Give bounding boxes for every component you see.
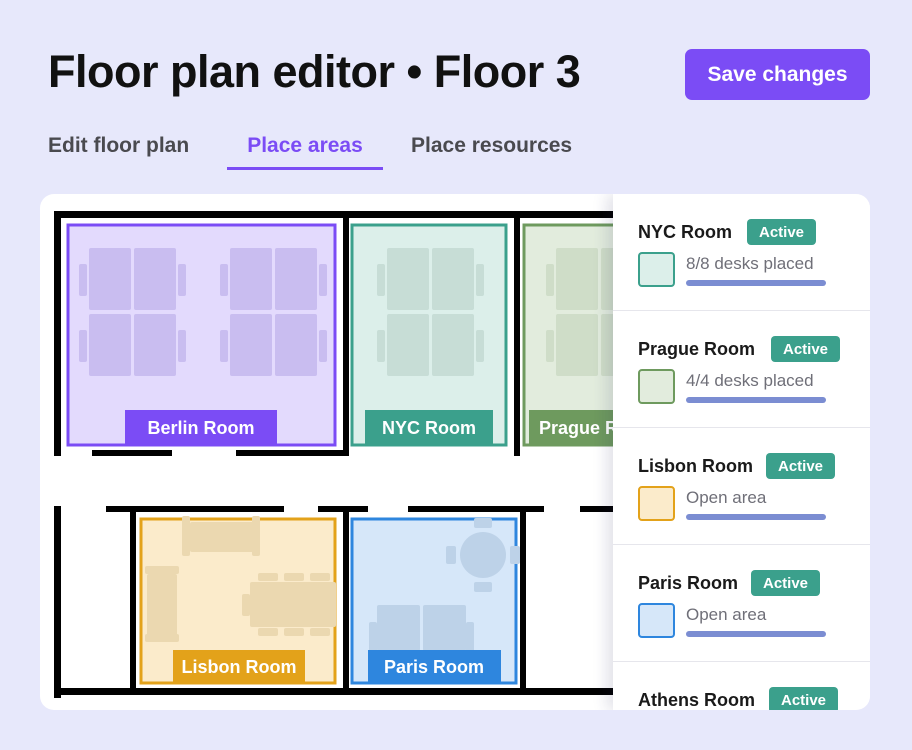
tab-place-resources[interactable]: Place resources xyxy=(411,134,572,170)
area-name: Lisbon Room xyxy=(638,456,753,476)
room-label-paris: Paris Room xyxy=(384,657,484,677)
progress-bar xyxy=(686,280,826,286)
editor-card: Berlin Room NYC Room Prague R Lisbon Roo… xyxy=(40,194,870,710)
room-lisbon[interactable]: Lisbon Room xyxy=(139,516,337,685)
color-swatch[interactable] xyxy=(638,252,675,287)
room-prague[interactable]: Prague Room xyxy=(522,223,613,447)
tab-bar: Edit floor plan Place areas Place resour… xyxy=(0,134,912,174)
status-badge: Active xyxy=(751,570,821,596)
status-badge: Active xyxy=(771,336,841,362)
area-list-item-paris[interactable]: Paris Room Active Open area xyxy=(613,545,870,662)
area-list-item-nyc[interactable]: NYC Room Active 8/8 desks placed xyxy=(613,194,870,311)
area-status: 4/4 desks placed xyxy=(686,371,814,390)
color-swatch[interactable] xyxy=(638,369,675,404)
areas-sidebar: NYC Room Active 8/8 desks placed Prague … xyxy=(613,194,870,710)
area-list-item-athens[interactable]: Athens Room Active xyxy=(613,662,870,710)
area-status: Open area xyxy=(686,605,767,624)
area-list-item-lisbon[interactable]: Lisbon Room Active Open area xyxy=(613,428,870,545)
save-changes-button[interactable]: Save changes xyxy=(685,49,870,100)
room-paris[interactable]: Paris Room xyxy=(350,517,520,685)
tab-place-areas[interactable]: Place areas xyxy=(227,134,383,170)
area-status: Open area xyxy=(686,488,767,507)
progress-bar xyxy=(686,631,826,637)
color-swatch[interactable] xyxy=(638,603,675,638)
room-nyc[interactable]: NYC Room xyxy=(350,223,508,447)
room-label-prague: Prague Room xyxy=(539,418,613,438)
tab-edit-floor-plan[interactable]: Edit floor plan xyxy=(48,134,189,170)
area-name: Prague Room xyxy=(638,339,756,359)
floor-plan-canvas[interactable]: Berlin Room NYC Room Prague R Lisbon Roo… xyxy=(40,194,613,710)
progress-bar xyxy=(686,514,826,520)
status-badge: Active xyxy=(747,219,817,245)
page-title: Floor plan editor • Floor 3 xyxy=(48,46,581,97)
area-list-item-prague[interactable]: Prague Room Active 4/4 desks placed xyxy=(613,311,870,428)
area-status: 8/8 desks placed xyxy=(686,254,814,273)
room-label-berlin: Berlin Room xyxy=(147,418,254,438)
area-name: Athens Room xyxy=(638,690,755,710)
progress-bar xyxy=(686,397,826,403)
area-name: NYC Room xyxy=(638,222,732,242)
area-name: Paris Room xyxy=(638,573,739,593)
room-berlin[interactable]: Berlin Room xyxy=(66,223,337,447)
room-label-nyc: NYC Room xyxy=(382,418,476,438)
status-badge: Active xyxy=(766,453,836,479)
color-swatch[interactable] xyxy=(638,486,675,521)
status-badge: Active xyxy=(769,687,839,710)
room-label-lisbon: Lisbon Room xyxy=(182,657,297,677)
